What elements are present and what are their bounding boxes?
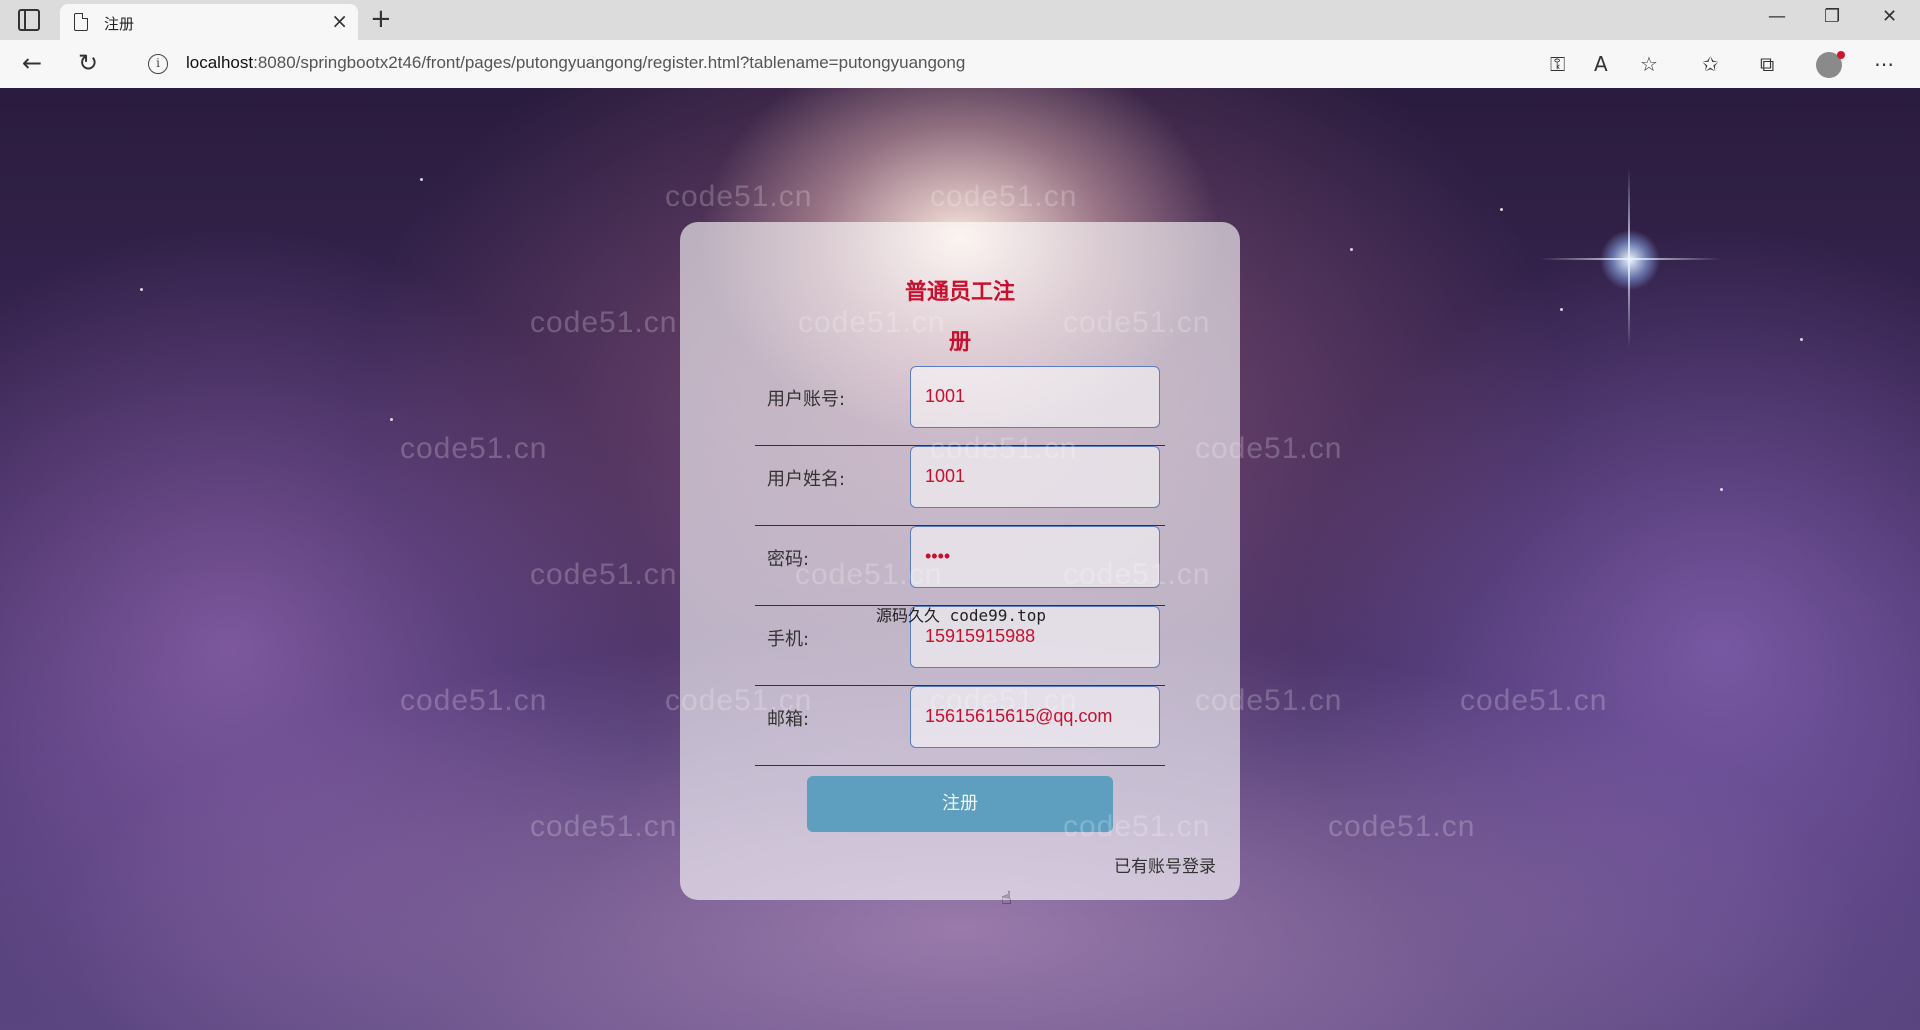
profile-avatar[interactable]: [1816, 51, 1845, 78]
star: [1500, 208, 1503, 211]
address-bar: ← ↻ i localhost:8080/springbootx2t46/fro…: [0, 40, 1920, 88]
watermark: code51.cn: [795, 558, 943, 591]
watermark: code51.cn: [530, 810, 678, 843]
star: [1800, 338, 1803, 341]
watermark: code51.cn: [1063, 558, 1211, 591]
account-label: 用户账号:: [767, 389, 846, 410]
watermark: code51.cn: [400, 432, 548, 465]
watermark: code51.cn: [930, 684, 1078, 717]
new-tab-button[interactable]: +: [370, 4, 392, 34]
tab-actions-icon[interactable]: [18, 9, 40, 31]
watermark: code51.cn: [1328, 810, 1476, 843]
watermark: code51.cn: [665, 684, 813, 717]
add-favorite-icon[interactable]: ☆: [1640, 52, 1658, 76]
read-aloud-icon[interactable]: A: [1594, 52, 1608, 76]
watermark: code51.cn: [530, 306, 678, 339]
login-link[interactable]: 已有账号登录: [1114, 852, 1216, 877]
tab-title: 注册: [104, 15, 135, 33]
star-flare: [1628, 168, 1630, 348]
browser-tab[interactable]: 注册 ×: [60, 4, 358, 40]
hand-cursor-icon: ☝: [1001, 888, 1012, 909]
star-flare: [1540, 258, 1720, 260]
refresh-icon[interactable]: ↻: [78, 50, 98, 76]
watermark: code51.cn: [1063, 810, 1211, 843]
star: [1720, 488, 1723, 491]
restore-icon[interactable]: ❐: [1824, 6, 1840, 27]
star: [390, 418, 393, 421]
more-menu-icon[interactable]: ⋯: [1874, 52, 1894, 76]
name-label: 用户姓名:: [767, 469, 846, 490]
favorites-icon[interactable]: ✩: [1702, 52, 1719, 76]
close-window-icon[interactable]: ✕: [1882, 6, 1897, 27]
browser-tab-bar: 注册 × + — ❐ ✕: [0, 0, 1920, 40]
watermark: code51.cn: [930, 432, 1078, 465]
watermark: code51.cn: [665, 180, 813, 213]
url-field[interactable]: localhost:8080/springbootx2t46/front/pag…: [186, 53, 965, 73]
collections-icon[interactable]: ⧉: [1760, 52, 1774, 76]
site-info-icon[interactable]: i: [148, 54, 168, 74]
phone-label: 手机:: [767, 629, 810, 650]
watermark: code51.cn: [930, 180, 1078, 213]
close-tab-icon[interactable]: ×: [331, 10, 348, 32]
watermark: code51.cn: [1460, 684, 1608, 717]
overlay-watermark-text: 源码久久 code99.top: [876, 606, 1046, 625]
star: [1560, 308, 1563, 311]
star: [140, 288, 143, 291]
page-background: 普通员工注册 用户账号: 1001 用户姓名: 1001 密码: •••• 手机…: [0, 88, 1920, 1030]
watermark: code51.cn: [1063, 306, 1211, 339]
watermark: code51.cn: [530, 558, 678, 591]
account-input[interactable]: 1001: [910, 366, 1160, 428]
watermark: code51.cn: [1195, 684, 1343, 717]
page-icon: [74, 13, 88, 31]
star: [1350, 248, 1353, 251]
password-key-icon[interactable]: ⚿: [1550, 52, 1565, 76]
watermark: code51.cn: [1195, 432, 1343, 465]
back-icon[interactable]: ←: [22, 50, 42, 76]
minimize-icon[interactable]: —: [1768, 6, 1786, 27]
star: [420, 178, 423, 181]
watermark: code51.cn: [798, 306, 946, 339]
watermark: code51.cn: [400, 684, 548, 717]
